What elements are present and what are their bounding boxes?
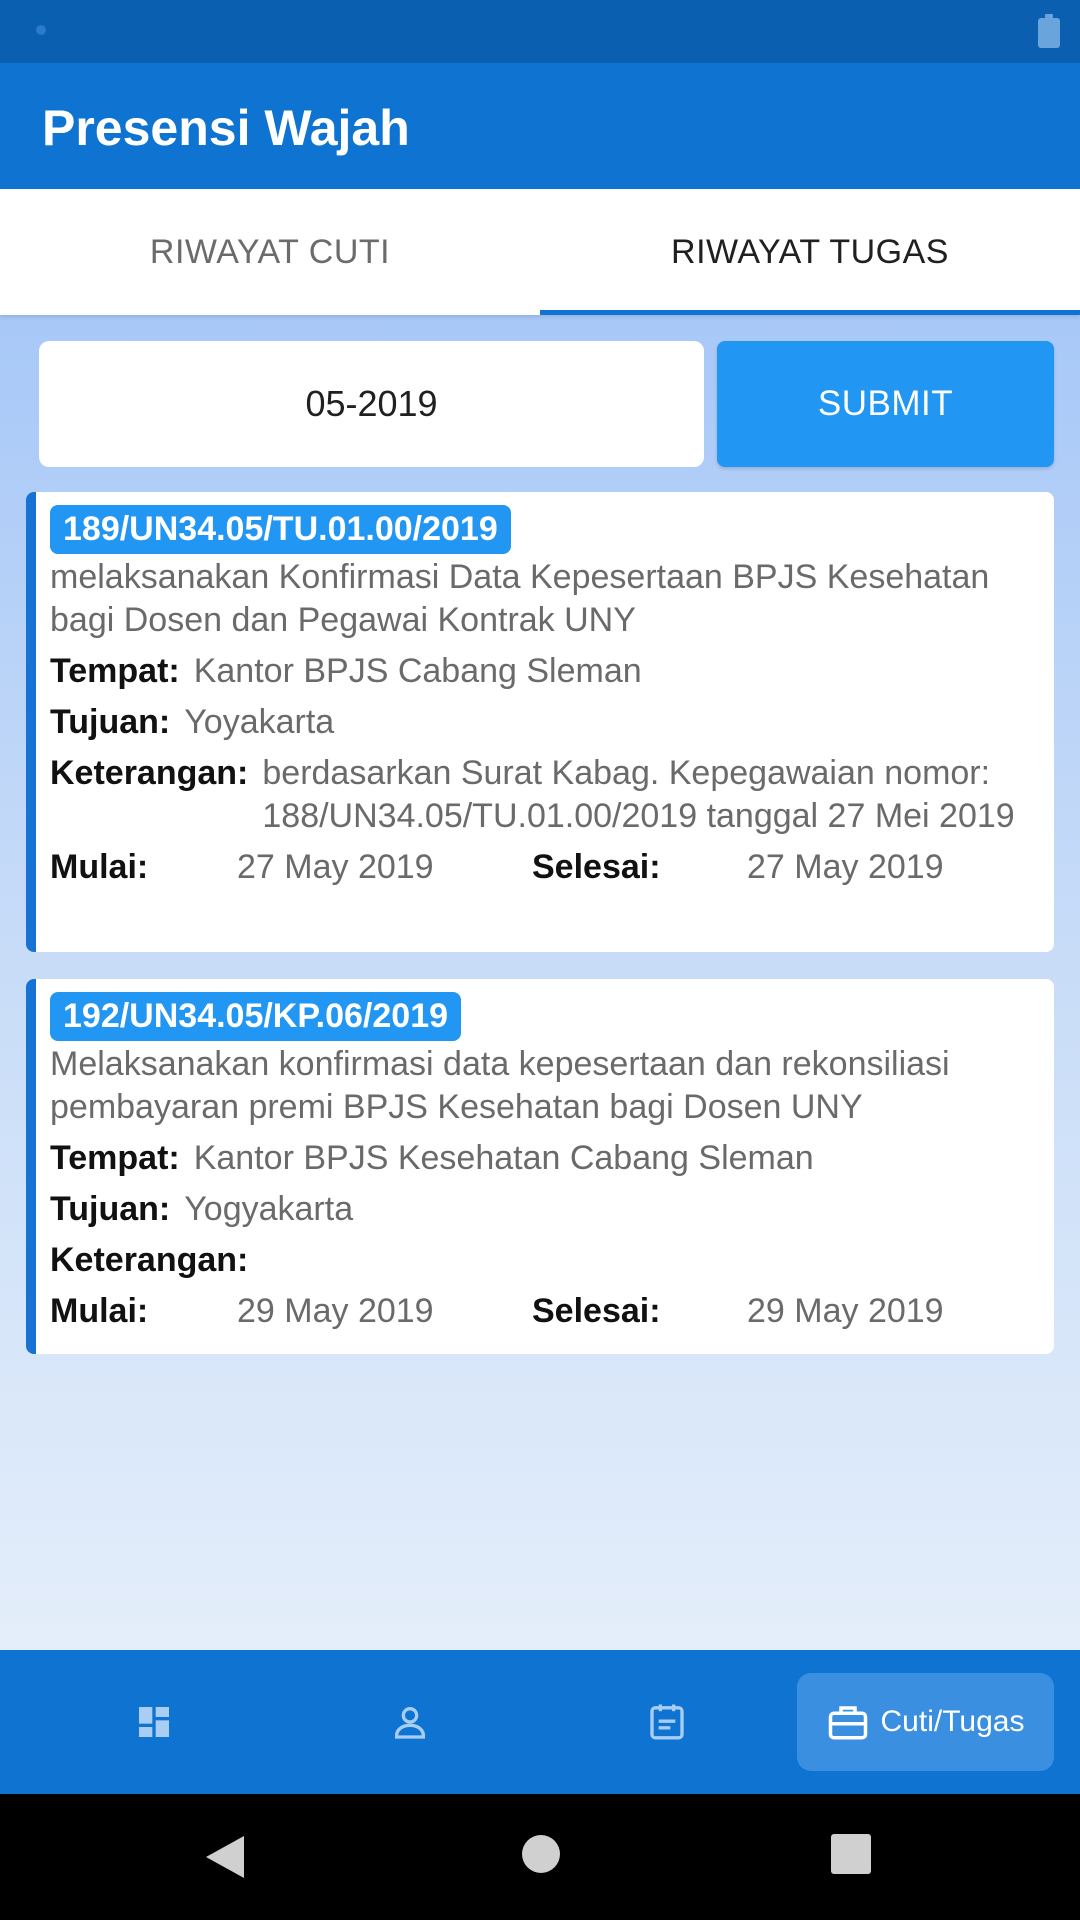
keterangan-row: Keterangan: [50, 1239, 1040, 1282]
home-icon[interactable] [521, 1834, 561, 1874]
content-area: 05-2019 SUBMIT 189/UN34.05/TU.01.00/2019… [0, 315, 1080, 1650]
selesai-label: Selesai: [532, 848, 661, 886]
tempat-value: Kantor BPJS Kesehatan Cabang Sleman [193, 1139, 814, 1177]
nav-cuti-label: Cuti/Tugas [880, 1705, 1025, 1738]
nav-cuti-tugas[interactable]: Cuti/Tugas [797, 1673, 1054, 1771]
task-card[interactable]: 192/UN34.05/KP.06/2019 Melaksanakan konf… [26, 979, 1054, 1354]
tujuan-value: Yoyakarta [184, 703, 335, 741]
date-row: Mulai: 27 May 2019 Selesai: 27 May 2019 [50, 846, 1040, 889]
briefcase-icon [828, 1706, 867, 1740]
task-description: melaksanakan Konfirmasi Data Kepesertaan… [50, 558, 990, 639]
tujuan-label: Tujuan: [50, 703, 171, 741]
tujuan-value: Yogyakarta [184, 1190, 354, 1228]
keterangan-value: berdasarkan Surat Kabag. Kepegawaian nom… [262, 754, 1015, 835]
tempat-row: Tempat: Kantor BPJS Cabang Sleman [50, 650, 1040, 693]
tempat-label: Tempat: [50, 652, 180, 690]
keterangan-label: Keterangan: [50, 1241, 249, 1279]
calendar-icon [650, 1704, 684, 1740]
tab-indicator [540, 310, 1080, 315]
notification-dot-icon [36, 25, 46, 35]
app-bar: Presensi Wajah [0, 63, 1080, 189]
mulai-label: Mulai: [50, 1292, 149, 1330]
task-number-badge: 192/UN34.05/KP.06/2019 [50, 992, 462, 1041]
status-bar [0, 0, 1080, 63]
task-description: Melaksanakan konfirmasi data kepesertaan… [50, 1045, 950, 1126]
tab-riwayat-tugas[interactable]: RIWAYAT TUGAS [540, 189, 1080, 315]
tempat-row: Tempat: Kantor BPJS Kesehatan Cabang Sle… [50, 1137, 1040, 1180]
recent-apps-icon[interactable] [831, 1834, 871, 1874]
tab-riwayat-cuti[interactable]: RIWAYAT CUTI [0, 189, 540, 315]
person-icon [395, 1707, 425, 1739]
selesai-value: 27 May 2019 [747, 848, 944, 886]
nav-dashboard[interactable] [104, 1650, 204, 1794]
keterangan-value [262, 1239, 1040, 1282]
keterangan-label: Keterangan: [50, 754, 249, 792]
mulai-label: Mulai: [50, 848, 149, 886]
tab-bar: RIWAYAT CUTI RIWAYAT TUGAS [0, 189, 1080, 315]
tujuan-row: Tujuan: Yogyakarta [50, 1188, 1040, 1231]
nav-profile[interactable] [360, 1650, 460, 1794]
task-card[interactable]: 189/UN34.05/TU.01.00/2019 melaksanakan K… [26, 492, 1054, 952]
selesai-label: Selesai: [532, 1292, 661, 1330]
system-nav-bar [0, 1794, 1080, 1920]
battery-icon [1038, 14, 1060, 48]
mulai-value: 27 May 2019 [237, 848, 434, 886]
tujuan-row: Tujuan: Yoyakarta [50, 701, 1040, 744]
submit-button[interactable]: SUBMIT [717, 341, 1054, 467]
back-icon[interactable] [204, 1834, 248, 1880]
dashboard-icon [139, 1707, 169, 1737]
selesai-value: 29 May 2019 [747, 1292, 944, 1330]
month-input[interactable]: 05-2019 [39, 341, 704, 467]
keterangan-row: Keterangan: berdasarkan Surat Kabag. Kep… [50, 752, 1040, 838]
task-number-badge: 189/UN34.05/TU.01.00/2019 [50, 505, 511, 554]
app-title: Presensi Wajah [42, 100, 410, 156]
mulai-value: 29 May 2019 [237, 1292, 434, 1330]
nav-calendar[interactable] [617, 1650, 717, 1794]
tempat-label: Tempat: [50, 1139, 180, 1177]
bottom-nav: Cuti/Tugas [0, 1650, 1080, 1794]
tujuan-label: Tujuan: [50, 1190, 171, 1228]
tempat-value: Kantor BPJS Cabang Sleman [193, 652, 642, 690]
date-row: Mulai: 29 May 2019 Selesai: 29 May 2019 [50, 1290, 1040, 1333]
